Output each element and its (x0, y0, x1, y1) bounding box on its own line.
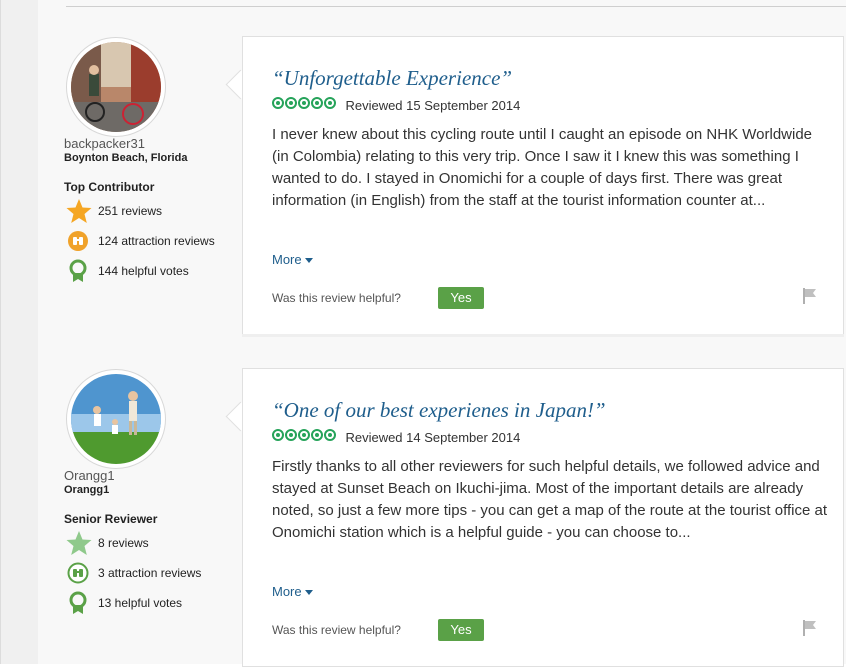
yes-button[interactable]: Yes (438, 287, 484, 309)
cyclist-photo-avatar (71, 42, 161, 132)
review-title[interactable]: “Unforgettable Experience” (272, 66, 512, 91)
more-label: More (272, 252, 302, 267)
more-label: More (272, 584, 302, 599)
attraction-reviews-count: 3 attraction reviews (98, 566, 202, 580)
attraction-reviews-badge: 3 attraction reviews (66, 560, 246, 586)
more-link[interactable]: More (272, 584, 313, 599)
review-title[interactable]: “One of our best experienes in Japan!” (272, 398, 606, 423)
flag-icon[interactable] (801, 287, 819, 305)
username[interactable]: backpacker31 (64, 136, 145, 151)
star-icon (66, 199, 92, 223)
top-divider (66, 6, 846, 7)
family-photo-avatar (71, 374, 161, 464)
rating-row: Reviewed 14 September 2014 (272, 428, 520, 446)
avatar[interactable] (66, 37, 166, 137)
card-shadow (242, 334, 844, 337)
reviews-count: 251 reviews (98, 204, 163, 218)
left-rail (0, 0, 38, 664)
avatar[interactable] (66, 369, 166, 469)
bubble-rating-icon (272, 96, 337, 114)
member-rank: Top Contributor (64, 180, 155, 194)
member-location: Orangg1 (64, 484, 110, 496)
review-date: Reviewed 15 September 2014 (345, 97, 521, 113)
helpful-votes-count: 144 helpful votes (98, 264, 189, 278)
rating-row: Reviewed 15 September 2014 (272, 96, 520, 114)
helpful-votes-badge: 144 helpful votes (66, 258, 246, 284)
review-body: Firstly thanks to all other reviewers fo… (272, 458, 828, 541)
helpful-question: Was this review helpful? (272, 623, 401, 637)
caret-down-icon (304, 258, 313, 264)
flag-icon[interactable] (801, 619, 819, 637)
star-icon (66, 531, 92, 555)
left-rail-border (0, 0, 1, 664)
reviews-badge: 8 reviews (66, 530, 246, 556)
review-body: I never knew about this cycling route un… (272, 126, 813, 209)
helpful-votes-badge: 13 helpful votes (66, 590, 246, 616)
yes-button[interactable]: Yes (438, 619, 484, 641)
binoculars-icon (67, 562, 89, 584)
helpful-question: Was this review helpful? (272, 291, 401, 305)
review-item: backpacker31 Boynton Beach, Florida Top … (38, 36, 846, 337)
attraction-reviews-count: 124 attraction reviews (98, 234, 215, 248)
review-card: “Unforgettable Experience” Reviewed 15 S… (242, 36, 844, 335)
caret-down-icon (304, 590, 313, 596)
member-location: Boynton Beach, Florida (64, 152, 188, 164)
ribbon-icon (69, 591, 87, 614)
reviews-count: 8 reviews (98, 536, 149, 550)
helpful-votes-count: 13 helpful votes (98, 596, 183, 610)
member-rank: Senior Reviewer (64, 512, 158, 526)
username[interactable]: Orangg1 (64, 468, 115, 483)
bubble-rating-icon (272, 428, 337, 446)
binoculars-icon (68, 231, 88, 251)
more-link[interactable]: More (272, 252, 313, 267)
attraction-reviews-badge: 124 attraction reviews (66, 228, 246, 254)
review-date: Reviewed 14 September 2014 (345, 429, 521, 445)
review-card: “One of our best experienes in Japan!” R… (242, 368, 844, 667)
review-item: Orangg1 Orangg1 Senior Reviewer 8 review… (38, 368, 846, 667)
reviews-badge: 251 reviews (66, 198, 246, 224)
ribbon-icon (69, 259, 87, 282)
